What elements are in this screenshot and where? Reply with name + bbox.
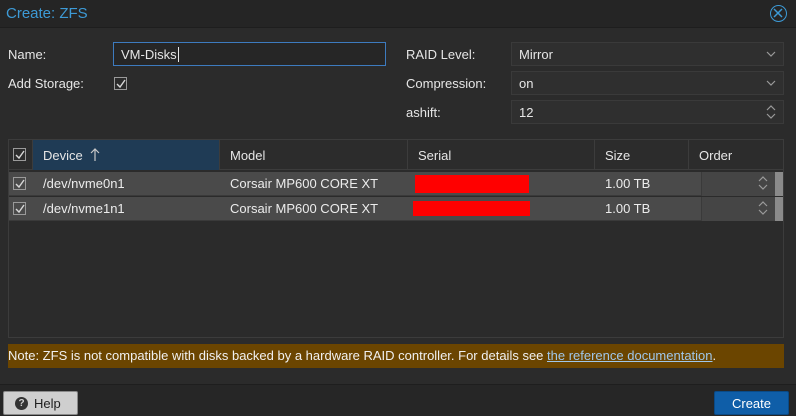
size-cell: 1.00 TB (605, 201, 651, 216)
raid-level-value: Mirror (519, 47, 553, 62)
select-all-cell (9, 140, 33, 170)
device-cell: /dev/nvme1n1 (43, 201, 125, 216)
column-header-order-label: Order (699, 148, 733, 163)
close-icon (773, 8, 783, 18)
help-icon: ? (15, 397, 28, 410)
dialog-title: Create: ZFS (6, 5, 88, 22)
column-header-size[interactable]: Size (595, 140, 689, 170)
dialog-footer: ? Help Create (0, 384, 796, 416)
row-checkbox[interactable] (13, 202, 26, 215)
column-header-size-label: Size (605, 148, 631, 163)
name-label: Name: (8, 47, 47, 62)
name-input-value: VM-Disks (121, 47, 177, 62)
checkmark-icon (15, 204, 25, 214)
spinner-arrows-icon[interactable] (758, 175, 768, 191)
note-suffix: . (712, 348, 717, 363)
column-header-serial-label: Serial (418, 148, 452, 163)
add-storage-checkbox[interactable] (114, 77, 127, 90)
raid-level-select[interactable]: Mirror (511, 42, 784, 66)
model-cell: Corsair MP600 CORE XT (230, 201, 379, 216)
chevron-down-icon (766, 51, 776, 57)
checkmark-icon (15, 150, 25, 160)
table-row[interactable]: /dev/nvme0n1 Corsair MP600 CORE XT 1.00 … (9, 172, 783, 196)
column-header-model[interactable]: Model (220, 140, 408, 170)
row-edge (775, 172, 783, 196)
spinner-arrows-icon[interactable] (766, 104, 776, 120)
reference-documentation-link[interactable]: the reference documentation (547, 348, 713, 363)
row-edge (775, 197, 783, 221)
table-row[interactable]: /dev/nvme1n1 Corsair MP600 CORE XT 1.00 … (9, 197, 783, 221)
disk-grid: Device Model Serial Size Order /dev/nvme… (8, 139, 784, 338)
chevron-down-icon (766, 80, 776, 86)
column-header-model-label: Model (230, 148, 266, 163)
help-button-label: Help (34, 396, 61, 411)
column-header-order[interactable]: Order (689, 140, 783, 170)
create-button[interactable]: Create (714, 391, 789, 415)
checkmark-icon (116, 79, 126, 89)
sort-ascending-icon (90, 148, 100, 161)
serial-redaction (415, 175, 529, 193)
order-spinner[interactable] (701, 197, 775, 221)
help-button[interactable]: ? Help (3, 391, 78, 415)
dialog-titlebar: Create: ZFS (0, 0, 796, 28)
column-header-device[interactable]: Device (33, 140, 220, 170)
ashift-label: ashift: (406, 105, 441, 120)
row-checkbox[interactable] (13, 177, 26, 190)
compression-value: on (519, 76, 534, 91)
ashift-spinner[interactable]: 12 (511, 100, 784, 124)
model-cell: Corsair MP600 CORE XT (230, 176, 379, 191)
close-button[interactable] (770, 5, 787, 22)
spinner-arrows-icon[interactable] (758, 200, 768, 216)
device-cell: /dev/nvme0n1 (43, 176, 125, 191)
order-spinner[interactable] (701, 172, 775, 196)
create-button-label: Create (731, 396, 772, 411)
raid-warning-note: Note: ZFS is not compatible with disks b… (8, 344, 784, 368)
add-storage-label: Add Storage: (8, 76, 84, 91)
select-all-checkbox[interactable] (13, 148, 26, 161)
grid-header: Device Model Serial Size Order (9, 140, 783, 170)
name-input[interactable]: VM-Disks (113, 42, 386, 66)
size-cell: 1.00 TB (605, 176, 651, 191)
column-header-device-label: Device (43, 148, 83, 163)
ashift-value: 12 (519, 105, 534, 120)
raid-level-label: RAID Level: (406, 47, 476, 62)
checkmark-icon (15, 179, 25, 189)
compression-label: Compression: (406, 76, 487, 91)
serial-redaction (413, 201, 530, 216)
text-caret (177, 47, 179, 62)
column-header-serial[interactable]: Serial (408, 140, 595, 170)
compression-select[interactable]: on (511, 71, 784, 95)
note-text: Note: ZFS is not compatible with disks b… (8, 348, 548, 363)
